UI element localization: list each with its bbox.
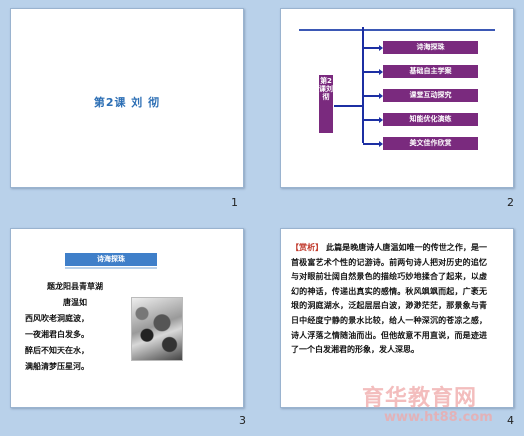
poem-line: 西风吹老洞庭波，	[25, 314, 89, 323]
slide-number-2: 2	[507, 196, 514, 209]
outline-box-4: 知能优化演练	[383, 113, 478, 126]
poem-title: 题龙阳县青草湖	[47, 282, 103, 291]
slide-thumbnail-1[interactable]: 第2课 刘 彻	[10, 8, 244, 188]
watermark-url: www.ht88.com	[384, 410, 493, 425]
poem-line: 醉后不知天在水，	[25, 346, 89, 355]
analysis-tag: 【赏析】	[291, 243, 324, 252]
ink-landscape-image	[131, 297, 183, 361]
slide-thumbnail-3[interactable]: 诗海探珠 题龙阳县青草湖 唐温如 西风吹老洞庭波， 一夜湘君白发多。 醉后不知天…	[10, 228, 244, 408]
slide-title: 第2课 刘 彻	[93, 96, 161, 109]
lesson-label: 第2课刘彻	[319, 75, 333, 133]
connector-trunk	[362, 27, 364, 143]
poem-block: 题龙阳县青草湖 唐温如 西风吹老洞庭波， 一夜湘君白发多。 醉后不知天在水， 满…	[25, 279, 125, 375]
top-divider-line	[299, 29, 495, 31]
analysis-paragraph: 【赏析】 此篇是晚唐诗人唐温如唯一的传世之作，是一首极富艺术个性的记游诗。前两句…	[291, 241, 487, 358]
slide-number-1: 1	[231, 196, 238, 209]
section-header: 诗海探珠	[65, 253, 157, 269]
branch-arrow	[363, 45, 383, 50]
branch-arrow	[363, 93, 383, 98]
slide-number-4: 4	[507, 414, 514, 427]
poem-author: 唐温如	[63, 298, 87, 307]
poem-line: 满船清梦压星河。	[25, 362, 89, 371]
branch-arrow	[363, 141, 383, 146]
slide-number-3: 3	[239, 414, 246, 427]
branch-arrow	[363, 69, 383, 74]
poem-line: 一夜湘君白发多。	[25, 330, 89, 339]
outline-box-2: 基础自主学案	[383, 65, 478, 78]
outline-box-5: 美文佳作欣赏	[383, 137, 478, 150]
watermark-logo: 育华教育网	[362, 386, 478, 411]
slide-thumbnail-2[interactable]: 第2课刘彻 诗海探珠 基础自主学案 课堂互动探究 知能优化演练 美文佳作欣赏	[280, 8, 514, 188]
outline-box-3: 课堂互动探究	[383, 89, 478, 102]
branch-arrow	[363, 117, 383, 122]
analysis-text: 此篇是晚唐诗人唐温如唯一的传世之作，是一首极富艺术个性的记游诗。前两句诗人把对历…	[291, 243, 487, 355]
outline-box-1: 诗海探珠	[383, 41, 478, 54]
connector-line	[334, 105, 362, 107]
